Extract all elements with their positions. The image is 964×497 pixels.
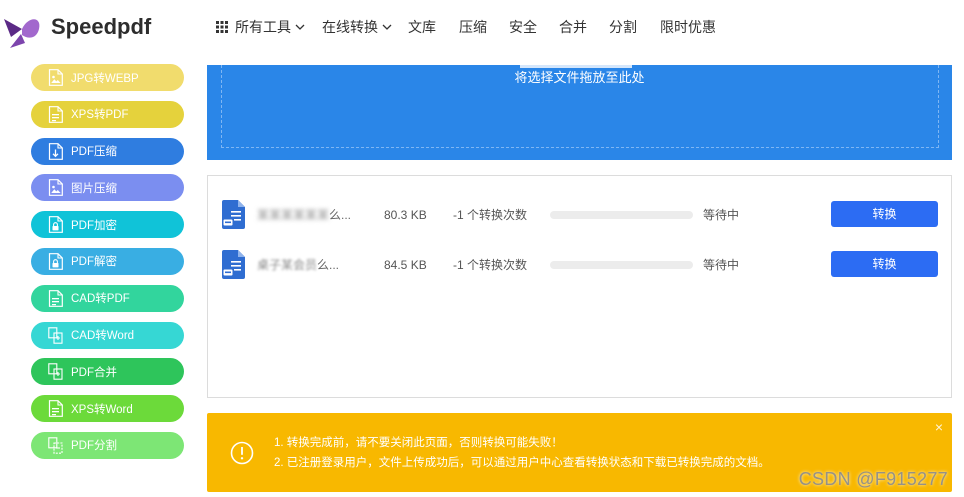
drop-zone-hint: 将选择文件拖放至此处 [514,70,645,85]
conversion-count: -1 个转换次数 [453,208,528,222]
file-list: 某某某某某某么... 80.3 KB -1 个转换次数 等待中 转换 桌子某会员… [207,175,952,398]
sidebar-item-label: PDF加密 [71,219,117,232]
file-row: 桌子某会员么... 84.5 KB -1 个转换次数 等待中 转换 [208,240,951,290]
sidebar-item-pdf-encrypt[interactable]: PDF加密 [31,211,184,239]
status-text: 等待中 [703,208,740,222]
nav-label: 所有工具 [235,19,291,35]
sidebar-item-label: PDF解密 [71,256,117,269]
conversion-count: -1 个转换次数 [453,258,528,272]
nav-promotion[interactable]: 限时优惠 [660,17,716,37]
convert-button[interactable]: 转换 [831,201,938,227]
nav-merge[interactable]: 合并 [559,17,587,37]
butterfly-logo-icon[interactable] [2,10,42,50]
pdf-lock-icon [48,216,63,233]
sidebar-item-label: PDF压缩 [71,146,117,159]
sidebar-item-label: PDF分割 [71,440,117,453]
status-text: 等待中 [703,258,740,272]
tool-sidebar: JPG转WEBP XPS转PDF PDF压缩 图片压缩 PDF加密 PDF解密 … [31,64,184,469]
select-file-button[interactable] [520,65,632,68]
top-header: Speedpdf 所有工具 在线转换 文库 压缩 安全 合并 分割 限时优惠 [0,0,964,65]
file-name-tail: 么... [317,258,340,272]
nav-security[interactable]: 安全 [509,17,537,37]
sidebar-item-label: PDF合并 [71,366,117,379]
sidebar-item-label: 图片压缩 [71,182,117,195]
sidebar-item-label: XPS转PDF [71,109,129,122]
xps-word-icon [48,400,63,417]
sidebar-item-image-compress[interactable]: 图片压缩 [31,174,184,202]
sidebar-item-label: XPS转Word [71,403,133,416]
file-drop-zone[interactable]: 将选择文件拖放至此处 [207,65,952,160]
file-size: 80.3 KB [384,208,427,222]
pdf-file-icon [222,200,245,229]
sidebar-item-xps-to-word[interactable]: XPS转Word [31,395,184,423]
sidebar-item-jpg-to-webp[interactable]: JPG转WEBP [31,64,184,91]
sidebar-item-cad-to-pdf[interactable]: CAD转PDF [31,284,184,312]
nav-split[interactable]: 分割 [609,17,637,37]
sidebar-item-pdf-compress[interactable]: PDF压缩 [31,137,184,165]
sidebar-item-pdf-merge[interactable]: PDF合并 [31,358,184,386]
progress-bar [550,211,693,219]
close-icon[interactable]: × [935,418,943,436]
xps-file-icon [48,106,63,123]
file-name: 桌子某会员么... [257,240,339,290]
brand-name[interactable]: Speedpdf [51,13,151,41]
nav-all-tools[interactable]: 所有工具 [216,17,305,37]
sidebar-item-pdf-split[interactable]: PDF分割 [31,431,184,459]
sidebar-item-label: CAD转Word [71,330,135,343]
pdf-file-icon [222,250,245,279]
sidebar-item-xps-to-pdf[interactable]: XPS转PDF [31,100,184,128]
chevron-down-icon [295,24,305,30]
grid-icon [216,21,228,33]
notice-line: 1. 转换完成前，请不要关闭此页面，否则转换可能失败！ [274,437,563,449]
nav-online-convert[interactable]: 在线转换 [322,17,392,37]
file-name-tail: 么... [329,208,352,222]
cad-file-icon [48,290,63,307]
file-name-blurred: 某某某某某某 [257,208,330,222]
chevron-down-icon [382,24,392,30]
file-size: 84.5 KB [384,258,427,272]
progress-bar [550,261,693,269]
sidebar-item-label: JPG转WEBP [71,72,139,85]
pdf-unlock-icon [48,253,63,270]
file-name-blurred: 桌子某会员 [257,258,318,272]
nav-compress[interactable]: 压缩 [459,17,487,37]
sidebar-item-cad-to-word[interactable]: CAD转Word [31,321,184,349]
exclamation-circle-icon [230,441,254,465]
notice-text: 1. 转换完成前，请不要关闭此页面，否则转换可能失败！ 2. 已注册登录用户，文… [274,433,770,473]
sidebar-item-label: CAD转PDF [71,293,130,306]
nav-label: 在线转换 [322,19,378,35]
sidebar-item-pdf-decrypt[interactable]: PDF解密 [31,247,184,275]
pdf-merge-icon [48,363,63,380]
pdf-split-icon [48,437,63,454]
convert-button[interactable]: 转换 [831,251,938,277]
image-file-icon [48,69,63,86]
notice-line: 2. 已注册登录用户，文件上传成功后，可以通过用户中心查看转换状态和下载已转换完… [274,457,770,469]
watermark: CSDN @F915277 [798,469,948,489]
cad-word-icon [48,327,63,344]
nav-library[interactable]: 文库 [408,17,436,37]
file-name: 某某某某某某么... [257,190,351,240]
file-row: 某某某某某某么... 80.3 KB -1 个转换次数 等待中 转换 [208,190,951,240]
image-compress-icon [48,179,63,196]
pdf-compress-icon [48,143,63,160]
